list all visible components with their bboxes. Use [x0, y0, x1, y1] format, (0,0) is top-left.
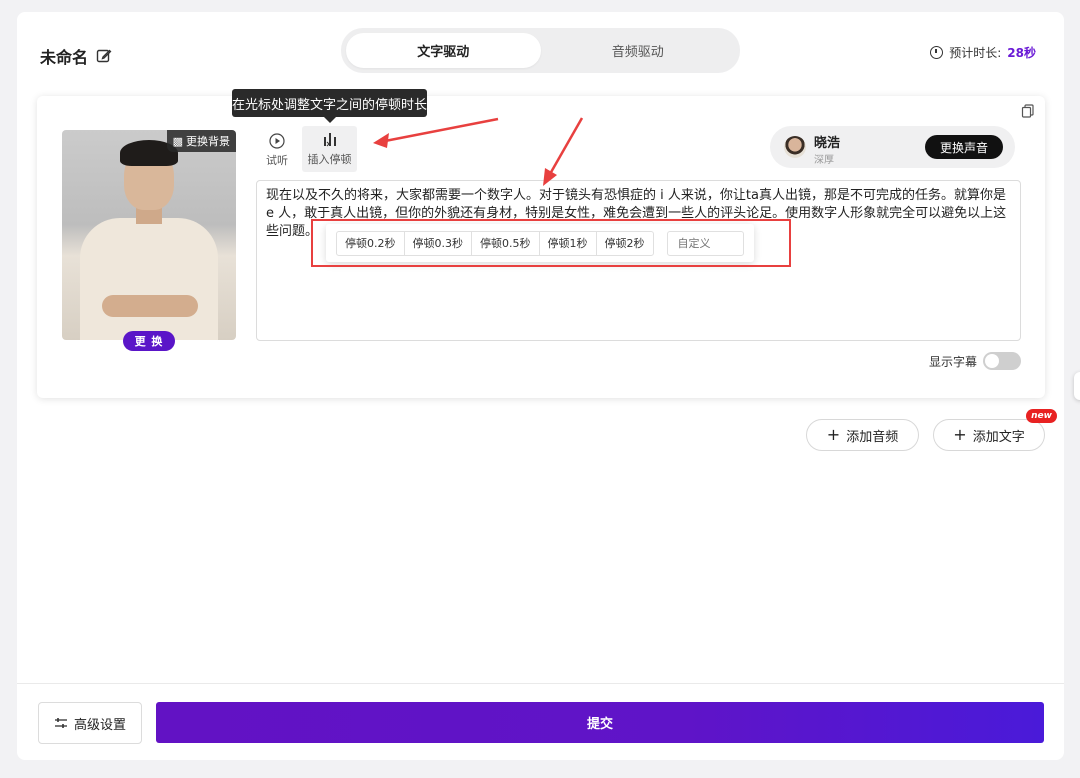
voice-name: 晓浩 [814, 136, 841, 151]
edit-icon[interactable] [96, 48, 112, 64]
voice-avatar [784, 136, 806, 158]
listen-button[interactable]: 试听 [262, 132, 292, 168]
drive-mode-tabs: 文字驱动 音频驱动 [341, 28, 740, 73]
subtitle-toggle-row: 显示字幕 [929, 352, 1021, 370]
estimated-duration: 预计时长: 28秒 [930, 44, 1036, 61]
add-text-button[interactable]: + 添加文字 [933, 419, 1045, 451]
pattern-icon: ▩ [172, 134, 183, 148]
voice-selector: 晓浩 深厚 更换声音 [770, 126, 1015, 168]
advanced-settings-label: 高级设置 [73, 717, 126, 733]
new-badge: new [1026, 409, 1057, 423]
plus-icon: + [953, 425, 967, 444]
add-audio-label: 添加音频 [846, 429, 899, 445]
tab-audio-drive[interactable]: 音频驱动 [541, 33, 736, 68]
insert-pause-label: 插入停顿 [307, 153, 352, 166]
avatar-figure-arms [102, 295, 198, 317]
project-title: 未命名 [40, 48, 89, 67]
footer-divider [17, 683, 1064, 684]
advanced-settings-button[interactable]: 高级设置 [38, 702, 142, 744]
title-area: 未命名 [40, 44, 112, 68]
add-text-label: 添加文字 [972, 429, 1025, 445]
scene-card: ▩ 更换背景 更 换 试听 插入停顿 晓浩 深厚 更换声音 现在以及不久的将来，… [37, 96, 1045, 398]
eta-label: 预计时长: [949, 46, 1002, 60]
listen-label: 试听 [266, 154, 288, 167]
subtitle-toggle[interactable] [983, 352, 1021, 370]
submit-button[interactable]: 提交 [156, 702, 1044, 743]
pause-tooltip: 在光标处调整文字之间的停顿时长 [232, 89, 427, 123]
side-scroll-handle[interactable] [1074, 372, 1080, 400]
pause-insert-icon [322, 131, 338, 148]
change-background-button[interactable]: ▩ 更换背景 [166, 130, 236, 152]
change-background-label: 更换背景 [186, 135, 230, 148]
copy-icon[interactable] [1021, 104, 1035, 118]
change-voice-button[interactable]: 更换声音 [925, 135, 1003, 159]
clock-icon [930, 46, 944, 59]
plus-icon: + [826, 425, 841, 444]
annotation-highlight-box [311, 219, 791, 267]
play-icon [269, 132, 285, 149]
avatar-figure [80, 218, 218, 340]
avatar-preview[interactable]: ▩ 更换背景 [62, 130, 236, 340]
add-audio-button[interactable]: + 添加音频 [806, 419, 919, 451]
sliders-icon [54, 718, 67, 728]
eta-value: 28秒 [1007, 46, 1036, 60]
replace-avatar-button[interactable]: 更 换 [123, 331, 175, 351]
subtitle-label: 显示字幕 [928, 354, 977, 369]
insert-pause-button[interactable]: 插入停顿 [302, 126, 357, 172]
voice-tag: 深厚 [814, 155, 834, 166]
tab-text-drive[interactable]: 文字驱动 [346, 33, 541, 68]
